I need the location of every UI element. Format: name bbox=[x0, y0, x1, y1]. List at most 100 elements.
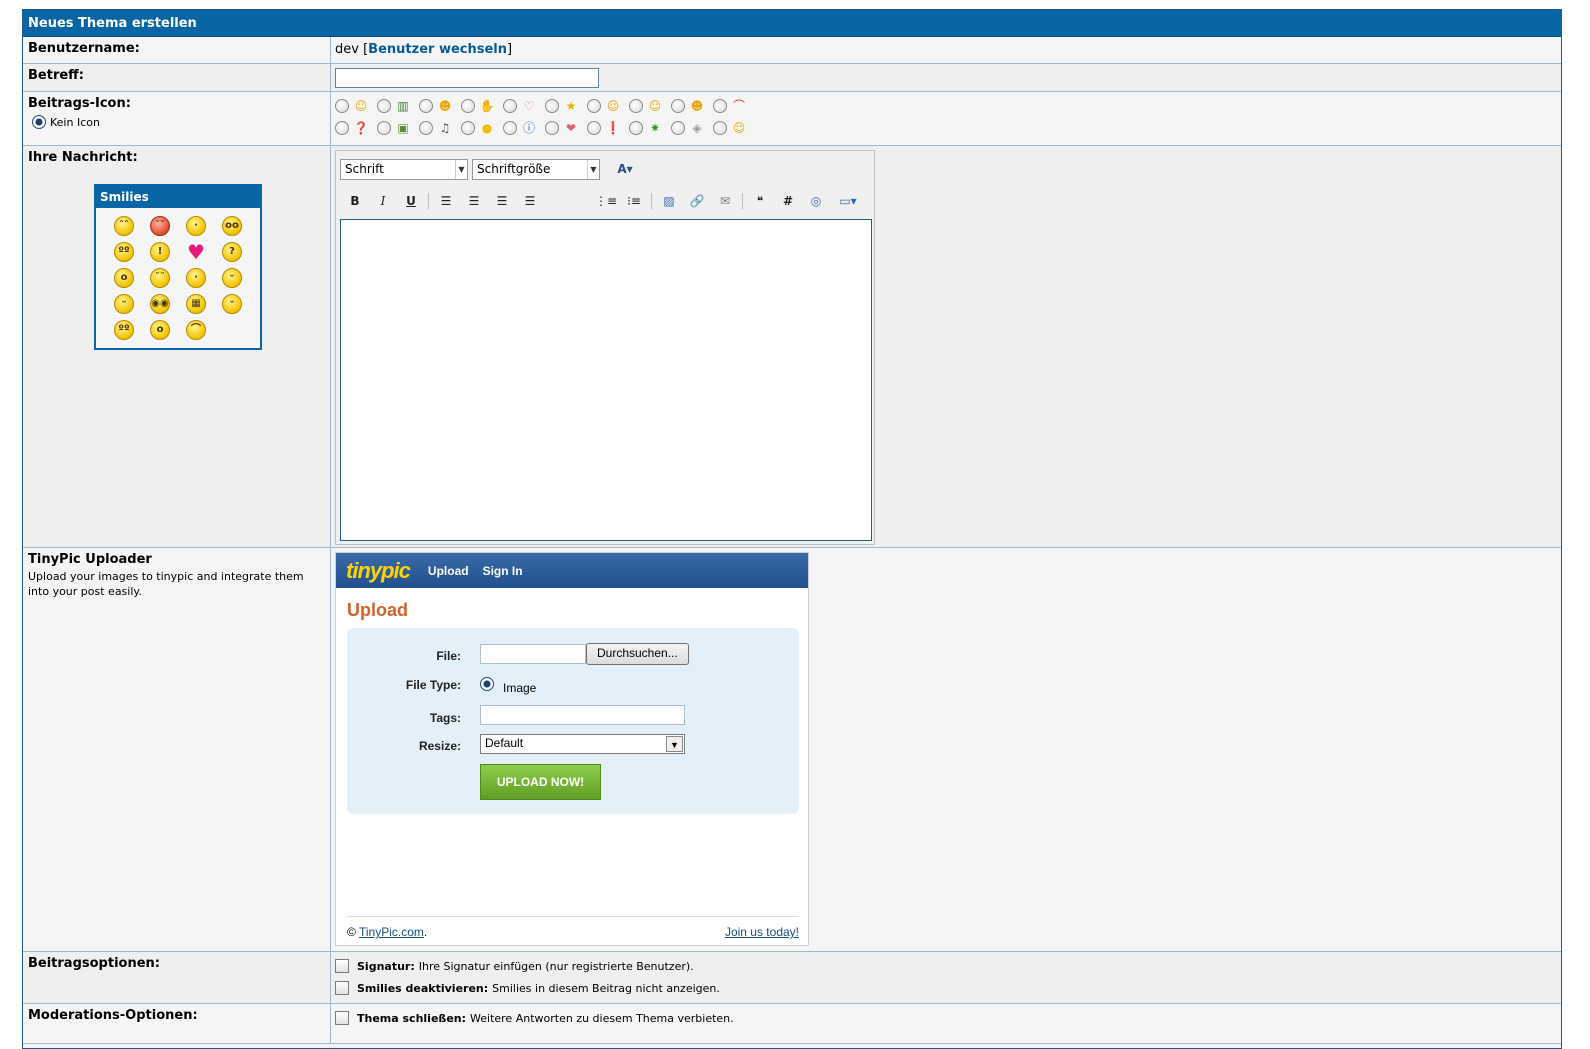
font-size-select[interactable]: Schriftgröße ▼ bbox=[472, 158, 600, 180]
tinypic-nav-upload[interactable]: Upload bbox=[428, 564, 469, 578]
font-size-select-value: Schriftgröße bbox=[477, 162, 551, 176]
insert-link-icon[interactable]: 🔗 bbox=[686, 190, 708, 212]
post-icon-radio[interactable] bbox=[545, 99, 559, 113]
font-select[interactable]: Schrift ▼ bbox=[340, 158, 468, 180]
sad-smiley-icon[interactable]: ⌒ bbox=[186, 320, 206, 340]
post-icon-radio[interactable] bbox=[587, 99, 601, 113]
cool-smiley-icon[interactable]: oo bbox=[222, 216, 242, 236]
no-icon-label: Kein Icon bbox=[50, 115, 100, 129]
post-options-row: Beitragsoptionen: Signatur: Ihre Signatu… bbox=[23, 952, 1561, 1004]
wysiwyg-editor: Schrift ▼ Schriftgröße ▼ A▾ B I U ☰ ☰ ☰ … bbox=[335, 150, 875, 545]
post-icon-radio[interactable] bbox=[461, 99, 475, 113]
ordered-list-icon[interactable]: ⋮≡ bbox=[595, 190, 617, 212]
italic-icon[interactable]: I bbox=[372, 190, 394, 212]
insert-image-icon[interactable]: ▨ bbox=[658, 190, 680, 212]
post-icon-radio[interactable] bbox=[629, 121, 643, 135]
no-icon-radio[interactable] bbox=[32, 115, 46, 129]
join-us-link[interactable]: Join us today! bbox=[725, 925, 799, 939]
signature-option: Signatur: Ihre Signatur einfügen (nur re… bbox=[335, 955, 1557, 977]
file-input[interactable] bbox=[480, 644, 586, 664]
smilies-box: Smilies ˆˆ ˘˘ · oo ºº ! ♥ ? o ˘˘ · ᵕ ᵕ ◉… bbox=[94, 184, 262, 350]
angry-smiley-icon[interactable]: ˘˘ bbox=[150, 216, 170, 236]
php-icon[interactable]: ◎ bbox=[805, 190, 827, 212]
file-label: File: bbox=[436, 649, 461, 663]
tinypic-nav-signin[interactable]: Sign In bbox=[483, 564, 523, 578]
angel-smiley-icon[interactable]: ˆˆ bbox=[114, 216, 134, 236]
post-icon-radio[interactable] bbox=[713, 121, 727, 135]
post-icon-radio[interactable] bbox=[419, 99, 433, 113]
music-icon: ♫ bbox=[439, 121, 451, 135]
subject-input[interactable] bbox=[335, 68, 599, 88]
font-select-value: Schrift bbox=[345, 162, 384, 176]
mod-options-cell: Thema schließen: Weitere Antworten zu di… bbox=[331, 1004, 1561, 1043]
mod-options-label: Moderations-Optionen: bbox=[23, 1004, 331, 1043]
post-icon-radio[interactable] bbox=[461, 121, 475, 135]
post-icon-radio[interactable] bbox=[713, 99, 727, 113]
text-color-icon[interactable]: A▾ bbox=[610, 158, 640, 180]
tinypic-label-cell: TinyPic Uploader Upload your images to t… bbox=[23, 548, 331, 951]
question-smiley-icon[interactable]: ? bbox=[222, 242, 242, 262]
tinypic-heading: Upload bbox=[347, 600, 408, 620]
post-icon-radio[interactable] bbox=[671, 121, 685, 135]
post-icon-radio[interactable] bbox=[503, 99, 517, 113]
insert-email-icon[interactable]: ✉ bbox=[714, 190, 736, 212]
post-icon-radio[interactable] bbox=[377, 99, 391, 113]
tinypic-site-link[interactable]: TinyPic.com bbox=[359, 925, 424, 939]
lightbulb-icon: ● bbox=[481, 121, 493, 135]
quote-icon[interactable]: ❝ bbox=[749, 190, 771, 212]
message-textarea[interactable] bbox=[340, 219, 872, 541]
underline-icon[interactable]: U bbox=[400, 190, 422, 212]
signature-option-label: Signatur: bbox=[357, 959, 415, 973]
dizzy-smiley-icon[interactable]: ºº bbox=[114, 242, 134, 262]
rolleyes-smiley-icon[interactable]: ºº bbox=[114, 320, 134, 340]
align-right-icon[interactable]: ☰ bbox=[491, 190, 513, 212]
upload-now-button[interactable]: UPLOAD NOW! bbox=[480, 764, 601, 800]
disable-smilies-checkbox[interactable] bbox=[335, 981, 349, 995]
code-icon[interactable]: # bbox=[777, 190, 799, 212]
filetype-label: File Type: bbox=[405, 678, 461, 692]
resize-select[interactable]: Default ▼ bbox=[480, 734, 685, 754]
bullet-list-icon[interactable]: ⁝≡ bbox=[623, 190, 645, 212]
align-left-icon[interactable]: ☰ bbox=[435, 190, 457, 212]
smile-smiley-icon[interactable]: ᵕ bbox=[222, 268, 242, 288]
surprised-smiley-icon[interactable]: o bbox=[150, 320, 170, 340]
filetype-image-radio[interactable] bbox=[480, 677, 494, 691]
browse-button[interactable]: Durchsuchen... bbox=[586, 643, 689, 665]
grin-smiley-icon[interactable]: ▦ bbox=[186, 294, 206, 314]
align-justify-icon[interactable]: ☰ bbox=[519, 190, 541, 212]
close-thread-checkbox[interactable] bbox=[335, 1011, 349, 1025]
post-icon-radio[interactable] bbox=[629, 99, 643, 113]
video-icon[interactable]: ▭▾ bbox=[833, 190, 863, 212]
unsure-smiley-icon[interactable]: · bbox=[186, 268, 206, 288]
signature-option-text: Ihre Signatur einfügen (nur registrierte… bbox=[418, 959, 694, 973]
smile-icon: ☺ bbox=[606, 99, 620, 113]
post-icon-radio[interactable] bbox=[545, 121, 559, 135]
message-label: Ihre Nachricht: bbox=[28, 150, 138, 165]
post-icon-radio[interactable] bbox=[335, 121, 349, 135]
heart-icon: ❤ bbox=[565, 121, 577, 135]
confused-smiley-icon[interactable]: · bbox=[186, 216, 206, 236]
question-icon: ❓ bbox=[353, 121, 369, 135]
tinypic-logo[interactable]: tinypic bbox=[346, 558, 411, 584]
happy-smiley-icon[interactable]: ᵕ bbox=[114, 294, 134, 314]
signature-checkbox[interactable] bbox=[335, 959, 349, 973]
switch-user-link[interactable]: Benutzer wechseln bbox=[368, 42, 507, 57]
idea-smiley-icon[interactable]: o bbox=[114, 268, 134, 288]
post-icon-radio[interactable] bbox=[587, 121, 601, 135]
post-icon-radio[interactable] bbox=[419, 121, 433, 135]
post-icon-radio[interactable] bbox=[671, 99, 685, 113]
shy-smiley-icon[interactable]: ˘˘ bbox=[150, 268, 170, 288]
bold-icon[interactable]: B bbox=[344, 190, 366, 212]
glasses-smiley-icon[interactable]: ◉◉ bbox=[150, 294, 170, 314]
heart-smiley-icon[interactable]: ♥ bbox=[186, 242, 206, 262]
tags-input[interactable] bbox=[480, 705, 685, 725]
post-icon-radio[interactable] bbox=[377, 121, 391, 135]
no-icon-option[interactable]: Kein Icon bbox=[28, 115, 325, 129]
align-center-icon[interactable]: ☰ bbox=[463, 190, 485, 212]
tongue-smiley-icon[interactable]: ᵕ bbox=[222, 294, 242, 314]
username-label: Benutzername: bbox=[23, 37, 331, 63]
post-icon-radio[interactable] bbox=[503, 121, 517, 135]
post-icon-radio[interactable] bbox=[335, 99, 349, 113]
smilies-grid: ˆˆ ˘˘ · oo ºº ! ♥ ? o ˘˘ · ᵕ ᵕ ◉◉ ▦ ᵕ ºº bbox=[96, 208, 260, 348]
exclamation-smiley-icon[interactable]: ! bbox=[150, 242, 170, 262]
